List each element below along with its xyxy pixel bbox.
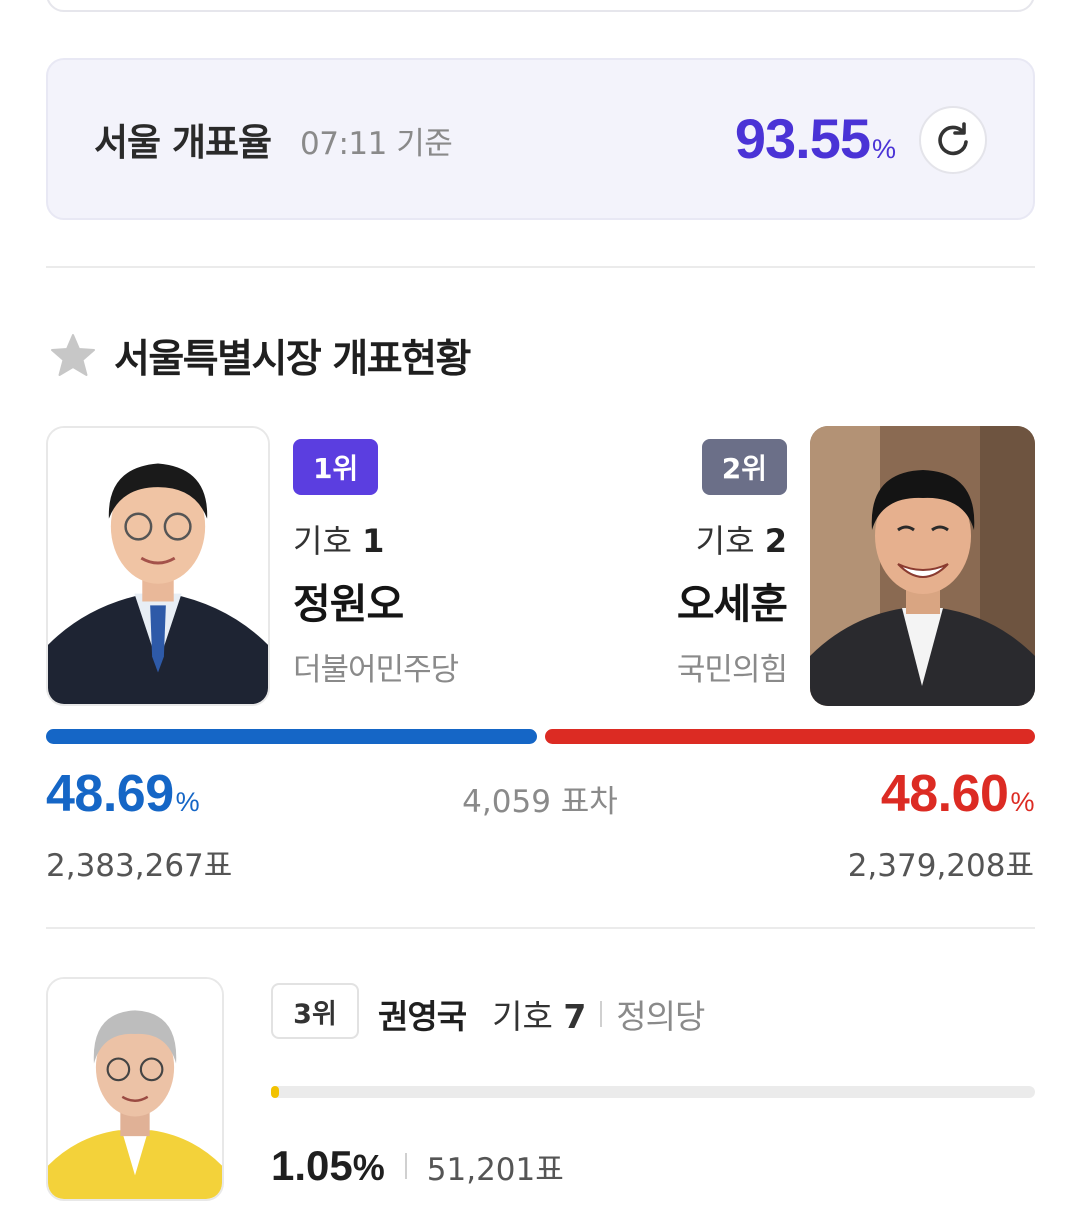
candidate-1-number: 기호 1 bbox=[293, 522, 385, 560]
turnout-value: 93.55% bbox=[734, 107, 896, 170]
previous-card bbox=[46, 0, 1035, 12]
refresh-button[interactable] bbox=[919, 106, 987, 174]
candidate-3-percent: 1.05% bbox=[271, 1142, 385, 1189]
candidate-1-bar bbox=[46, 729, 537, 744]
candidate-3-number: 기호 7 bbox=[492, 997, 587, 1036]
rank-badge-3: 3위 bbox=[271, 983, 359, 1039]
candidate-3-result: 1.05% 51,201표 bbox=[271, 1142, 564, 1190]
candidate-3-bar bbox=[271, 1086, 280, 1098]
candidate-2-votes: 2,379,208표 bbox=[847, 848, 1034, 884]
divider bbox=[46, 266, 1035, 268]
candidate-2-number: 기호 2 bbox=[695, 522, 787, 560]
turnout-card: 서울 개표율 07:11 기준 93.55% bbox=[46, 58, 1035, 220]
candidate-3-party: 정의당 bbox=[616, 997, 705, 1036]
rank-badge-2: 2위 bbox=[701, 439, 787, 495]
candidate-1-votes: 2,383,267표 bbox=[46, 848, 233, 884]
turnout-title: 서울 개표율 bbox=[94, 121, 272, 164]
refresh-icon bbox=[938, 122, 968, 156]
divider bbox=[46, 927, 1035, 929]
candidate-3-name: 권영국 bbox=[378, 997, 467, 1036]
candidate-1-photo bbox=[46, 426, 270, 706]
candidate-3-info: 권영국 기호 7 정의당 bbox=[378, 990, 705, 1038]
candidate-3-votes: 51,201표 bbox=[426, 1151, 564, 1188]
candidate-2-percent: 48.60% bbox=[880, 765, 1035, 823]
section-header: 서울특별시장 개표현황 bbox=[48, 328, 471, 384]
candidate-1-name: 정원오 bbox=[293, 580, 404, 628]
candidate-2-bar bbox=[545, 729, 1035, 744]
candidate-2-photo bbox=[810, 426, 1035, 706]
candidate-3-photo bbox=[46, 977, 224, 1201]
separator bbox=[404, 1153, 407, 1179]
star-icon[interactable] bbox=[48, 331, 98, 381]
candidate-2-party: 국민의힘 bbox=[676, 652, 788, 688]
section-title: 서울특별시장 개표현황 bbox=[114, 337, 471, 382]
candidate-3-bar-track bbox=[271, 1086, 1035, 1098]
separator bbox=[600, 1001, 603, 1027]
candidate-2-name: 오세훈 bbox=[676, 580, 788, 628]
candidate-1-party: 더불어민주당 bbox=[293, 652, 459, 688]
rank-badge-1: 1위 bbox=[293, 439, 379, 495]
turnout-time: 07:11 기준 bbox=[300, 126, 453, 162]
